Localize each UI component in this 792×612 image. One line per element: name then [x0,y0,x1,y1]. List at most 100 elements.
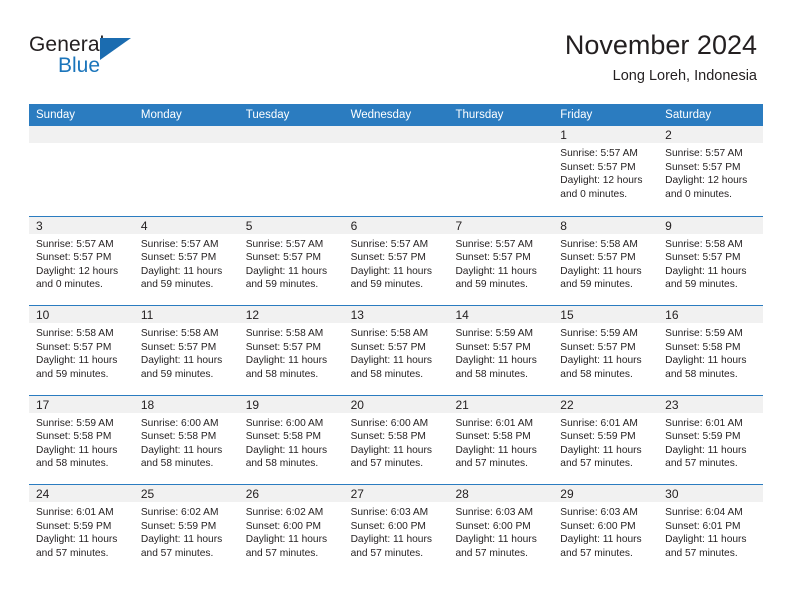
date-number-strip [29,126,134,143]
calendar-day-cell[interactable]: 20 Sunrise: 6:00 AM Sunset: 5:58 PM Dayligh… [343,395,449,484]
day-detail-text: Sunrise: 5:58 AM Sunset: 5:57 PM Daylight:… [658,234,763,292]
calendar-day-cell[interactable]: 28 Sunrise: 6:03 AM Sunset: 6:00 PM Dayligh… [448,485,554,574]
calendar-day-cell[interactable]: 6 Sunrise: 5:57 AM Sunset: 5:57 PM Daylight… [343,216,449,305]
date-number: 28 [455,487,469,501]
day-detail-text: Sunrise: 5:57 AM Sunset: 5:57 PM Daylight:… [239,234,344,292]
calendar-day-cell[interactable]: 8 Sunrise: 5:58 AM Sunset: 5:57 PM Daylight… [553,216,659,305]
calendar-day-cell[interactable]: 2 Sunrise: 5:57 AM Sunset: 5:57 PM Daylight… [658,126,764,216]
sunrise-text: Sunrise: 6:03 AM [560,507,638,518]
day-detail-text: Sunrise: 6:03 AM Sunset: 6:00 PM Daylight:… [344,502,449,560]
day-detail-text: Sunrise: 6:02 AM Sunset: 6:00 PM Daylight:… [239,502,344,560]
day-header-wednesday: Wednesday [350,109,412,121]
daylight-text: and 58 minutes. [245,368,319,380]
daylight-text: and 57 minutes. [350,547,424,559]
sunrise-text: Sunrise: 5:58 AM [350,328,429,339]
sunrise-text: Sunrise: 5:57 AM [455,238,534,250]
date-number-strip: 21 [448,395,554,413]
calendar-day-cell[interactable]: 17 Sunrise: 5:59 AM Sunset: 5:58 PM Dayligh… [29,395,134,484]
day-detail-text: Sunrise: 5:57 AM Sunset: 5:57 PM Daylight:… [553,143,658,201]
page-header: General Blue November 2024 Long Loreh, I… [0,0,792,100]
date-number: 20 [350,397,364,412]
sunset-text: Sunset: 5:57 PM [455,252,531,264]
date-number-strip [343,126,449,143]
sunset-text: Sunset: 5:59 PM [36,520,112,532]
day-detail-text: Sunrise: 5:58 AM Sunset: 5:57 PM Daylight:… [29,323,134,381]
calendar-day-cell[interactable]: 16 Sunrise: 5:59 AM Sunset: 5:58 PM Dayligh… [658,306,764,395]
calendar-day-cell[interactable]: 19 Sunrise: 6:00 AM Sunset: 5:58 PM Dayligh… [238,395,344,484]
calendar-day-cell-empty [448,126,554,216]
sunrise-text: Sunrise: 5:59 AM [560,328,638,339]
sunset-text: Sunset: 6:00 PM [245,520,322,532]
date-number-strip: 26 [238,485,344,502]
daylight-text: and 57 minutes. [665,547,738,559]
sunset-text: Sunset: 5:58 PM [36,431,112,443]
date-number: 9 [665,218,672,233]
date-number: 27 [350,487,364,501]
sunset-text: Sunset: 5:58 PM [350,431,426,443]
calendar-day-cell[interactable]: 4 Sunrise: 5:57 AM Sunset: 5:57 PM Daylight… [133,216,239,305]
calendar-day-cell[interactable]: 1 Sunrise: 5:57 AM Sunset: 5:57 PM Daylight… [553,126,659,216]
date-number-strip: 28 [448,485,554,502]
daylight-text: Daylight: 11 hours [140,265,223,277]
daylight-text: and 57 minutes. [665,458,738,470]
calendar-day-cell[interactable]: 9 Sunrise: 5:58 AM Sunset: 5:57 PM Daylight… [658,216,764,305]
daylight-text: and 58 minutes. [350,368,424,380]
daylight-text: and 59 minutes. [140,368,214,380]
calendar-day-cell[interactable]: 18 Sunrise: 6:00 AM Sunset: 5:58 PM Dayligh… [133,395,239,484]
sunset-text: Sunset: 6:00 PM [560,520,636,532]
calendar-day-cell[interactable]: 11 Sunrise: 5:58 AM Sunset: 5:57 PM Dayligh… [133,306,239,395]
daylight-text: Daylight: 11 hours [350,265,432,277]
day-detail-text: Sunrise: 5:59 AM Sunset: 5:57 PM Daylight:… [448,323,553,381]
sunrise-text: Sunrise: 5:58 AM [245,328,324,339]
calendar-day-cell[interactable]: 21 Sunrise: 6:01 AM Sunset: 5:58 PM Dayligh… [448,395,554,484]
calendar-day-cell[interactable]: 27 Sunrise: 6:03 AM Sunset: 6:00 PM Dayligh… [343,485,449,574]
calendar-day-cell[interactable]: 22 Sunrise: 6:01 AM Sunset: 5:59 PM Dayligh… [553,395,659,484]
day-detail-text: Sunrise: 6:01 AM Sunset: 5:59 PM Daylight:… [658,413,763,471]
daylight-text: and 57 minutes. [455,547,528,559]
daylight-text: and 59 minutes. [245,279,319,291]
sunrise-text: Sunrise: 5:59 AM [455,328,534,339]
sunrise-text: Sunrise: 6:00 AM [140,417,219,429]
date-number-strip: 11 [133,306,239,323]
calendar-day-cell[interactable]: 15 Sunrise: 5:59 AM Sunset: 5:57 PM Dayligh… [553,306,659,395]
date-number: 6 [350,218,358,233]
sunset-text: Sunset: 5:58 PM [665,341,741,353]
calendar-day-cell[interactable]: 25 Sunrise: 6:02 AM Sunset: 5:59 PM Dayligh… [133,485,239,574]
date-number-strip: 3 [29,216,134,234]
date-number-strip: 16 [658,306,764,323]
date-number: 4 [140,218,148,233]
daylight-text: and 59 minutes. [140,279,214,291]
daylight-text: and 57 minutes. [36,547,109,559]
daylight-text: Daylight: 11 hours [245,534,328,546]
calendar-day-cell[interactable]: 14 Sunrise: 5:59 AM Sunset: 5:57 PM Dayligh… [448,306,554,395]
calendar-day-cell[interactable]: 24 Sunrise: 6:01 AM Sunset: 5:59 PM Dayligh… [29,485,134,574]
sunset-text: Sunset: 5:57 PM [245,341,322,353]
sunset-text: Sunset: 5:57 PM [560,252,636,264]
daylight-text: and 58 minutes. [36,458,109,470]
date-number: 18 [140,397,155,412]
calendar-day-cell[interactable]: 13 Sunrise: 5:58 AM Sunset: 5:57 PM Dayligh… [343,306,449,395]
calendar-day-cell[interactable]: 12 Sunrise: 5:58 AM Sunset: 5:57 PM Dayligh… [238,306,344,395]
calendar-day-cell[interactable]: 29 Sunrise: 6:03 AM Sunset: 6:00 PM Dayligh… [553,485,659,574]
daylight-text: and 59 minutes. [560,279,633,291]
calendar-day-cell[interactable]: 5 Sunrise: 5:57 AM Sunset: 5:57 PM Daylight… [238,216,344,305]
daylight-text: Daylight: 11 hours [455,444,537,456]
calendar-day-cell[interactable]: 23 Sunrise: 6:01 AM Sunset: 5:59 PM Dayligh… [658,395,764,484]
sunset-text: Sunset: 5:57 PM [36,341,112,353]
day-detail-text: Sunrise: 6:03 AM Sunset: 6:00 PM Daylight:… [553,502,658,560]
calendar-weeks: 1 Sunrise: 5:57 AM Sunset: 5:57 PM Daylight… [29,126,764,574]
calendar-day-cell[interactable]: 7 Sunrise: 5:57 AM Sunset: 5:57 PM Daylight… [448,216,554,305]
calendar-week-row: 17 Sunrise: 5:59 AM Sunset: 5:58 PM Dayligh… [29,394,764,484]
calendar-day-cell[interactable]: 30 Sunrise: 6:04 AM Sunset: 6:01 PM Dayligh… [658,485,764,574]
calendar-day-cell[interactable]: 26 Sunrise: 6:02 AM Sunset: 6:00 PM Dayligh… [238,485,344,574]
date-number-strip: 29 [553,485,659,502]
day-of-week-header-row: Sunday Monday Tuesday Wednesday Thursday Frid… [29,104,763,126]
brand-logo[interactable]: General Blue [29,33,209,83]
calendar-day-cell[interactable]: 10 Sunrise: 5:58 AM Sunset: 5:57 PM Dayligh… [29,306,134,395]
calendar-day-cell[interactable]: 3 Sunrise: 5:57 AM Sunset: 5:57 PM Daylight… [29,216,134,305]
sunset-text: Sunset: 6:00 PM [350,520,426,532]
page-title: November 2024 [564,30,757,60]
daylight-text: and 57 minutes. [140,547,214,559]
date-number: 8 [560,218,567,233]
sunset-text: Sunset: 5:58 PM [455,431,531,443]
